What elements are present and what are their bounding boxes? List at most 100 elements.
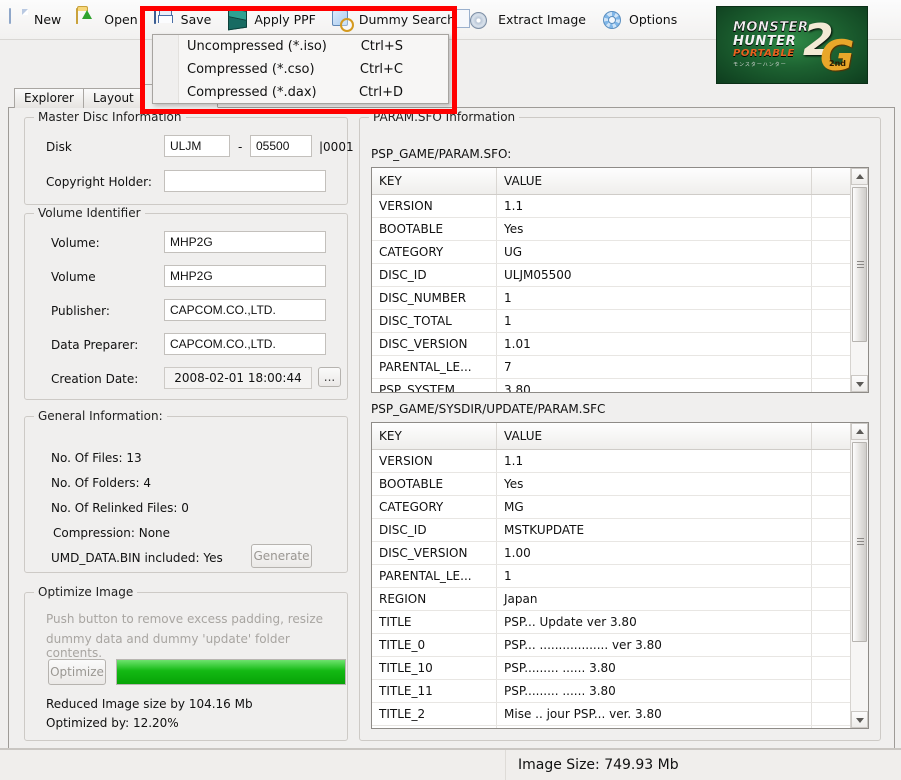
table-row[interactable]: TITLE PSP... Update ver 3.80 bbox=[372, 610, 868, 634]
table-row[interactable]: TITLE_11 PSP......... ...... 3.80 bbox=[372, 679, 868, 703]
table-row[interactable]: TITLE_0 PSP... .................. ver 3.8… bbox=[372, 633, 868, 657]
menu-item-shortcut: Ctrl+D bbox=[358, 85, 403, 100]
param-sfo-table2[interactable]: KEY VALUE VERSION 1.1 BOOTABLE Yes CATEGORY M… bbox=[371, 422, 869, 729]
menu-item-compressed-cso[interactable]: Compressed (*.cso) Ctrl+C bbox=[153, 58, 448, 81]
toolbar-button-new[interactable]: New bbox=[0, 3, 70, 37]
game-cover-logo: MONSTER HUNTER PORTABLE モンスターハンター 2 G 2n… bbox=[716, 6, 868, 84]
creation-date-browse-button[interactable]: ... bbox=[318, 367, 341, 387]
table-row[interactable]: CATEGORY MG bbox=[372, 495, 868, 519]
table1-header-key[interactable]: KEY bbox=[372, 168, 497, 195]
table-row[interactable]: DISC_VERSION 1.01 bbox=[372, 332, 868, 356]
table-cell-value: MSTKUPDATE bbox=[496, 518, 812, 542]
publisher-input[interactable] bbox=[164, 299, 326, 321]
table-row[interactable]: DISC_TOTAL 1 bbox=[372, 309, 868, 333]
table-cell-key: REGION bbox=[372, 587, 497, 611]
table-row[interactable]: TITLE_2 Mise .. jour PSP... ver. 3.80 bbox=[372, 702, 868, 726]
publisher-label: Publisher: bbox=[51, 304, 110, 318]
disc-icon bbox=[470, 9, 492, 31]
table-cell-value: 1 bbox=[496, 309, 812, 333]
volume-input-1[interactable] bbox=[164, 231, 326, 253]
table-cell-value: Japan bbox=[496, 587, 812, 611]
general-information-group: General Information: No. Of Files: 13 No… bbox=[24, 409, 348, 573]
table1-scrollbar[interactable] bbox=[850, 168, 868, 392]
table-row[interactable]: PSP_SYSTEM... 3.80 bbox=[372, 378, 868, 392]
disk-number-input[interactable] bbox=[250, 135, 312, 157]
table-row[interactable]: CATEGORY UG bbox=[372, 240, 868, 264]
tab-layout[interactable]: Layout bbox=[82, 88, 144, 108]
logo-line-portable: PORTABLE bbox=[733, 48, 795, 59]
general-line-compression: Compression: None bbox=[53, 526, 171, 540]
toolbar-label-extract-image: Extract Image bbox=[498, 12, 586, 27]
copyright-holder-input[interactable] bbox=[164, 170, 326, 192]
table2-scroll-thumb[interactable] bbox=[852, 442, 867, 642]
master-disc-group: Master Disc Information Disk - |0001 Cop… bbox=[24, 110, 354, 205]
param-sfo-group: PARAM.SFO Information PSP_GAME/PARAM.SFO… bbox=[359, 110, 881, 741]
disk-prefix-input[interactable] bbox=[164, 135, 230, 157]
menu-item-uncompressed-iso[interactable]: Uncompressed (*.iso) Ctrl+S bbox=[153, 35, 448, 58]
toolbar-button-dummy-search[interactable]: Dummy Search bbox=[325, 3, 464, 37]
general-information-legend: General Information: bbox=[34, 409, 167, 423]
table-row[interactable]: REGION Japan bbox=[372, 587, 868, 611]
tab-explorer[interactable]: Explorer bbox=[14, 88, 84, 108]
table-cell-key: DISC_ID bbox=[372, 518, 497, 542]
general-line-relinked: No. Of Relinked Files: 0 bbox=[51, 501, 189, 515]
toolbar-label-apply-ppf: Apply PPF bbox=[254, 12, 316, 27]
table1-scroll-up-arrow[interactable] bbox=[851, 168, 868, 185]
table-row[interactable]: DISC_ID MSTKUPDATE bbox=[372, 518, 868, 542]
data-preparer-input[interactable] bbox=[164, 333, 326, 355]
table-cell-key: DISC_NUMBER bbox=[372, 286, 497, 310]
table2-scrollbar[interactable] bbox=[850, 423, 868, 728]
table-cell-value: UG bbox=[496, 240, 812, 264]
toolbar-label-options: Options bbox=[628, 12, 678, 27]
table-cell-key: TITLE_2 bbox=[372, 702, 497, 726]
generate-button[interactable]: Generate bbox=[251, 544, 312, 568]
table-row[interactable]: DISC_NUMBER 1 bbox=[372, 286, 868, 310]
table-cell-value: PSP... Update ver 3.80 bbox=[496, 610, 812, 634]
optimize-result-percent: Optimized by: 12.20% bbox=[46, 716, 179, 730]
magnifier-icon bbox=[331, 9, 353, 31]
table-cell-value: PSP......... ...... 3.80 bbox=[496, 679, 812, 703]
table-cell-value: 1 bbox=[496, 564, 812, 588]
status-image-size: Image Size: 749.93 Mb bbox=[518, 757, 679, 773]
table2-header-value[interactable]: VALUE bbox=[496, 423, 812, 450]
table2-scroll-down-arrow[interactable] bbox=[851, 711, 868, 728]
table1-header-value[interactable]: VALUE bbox=[496, 168, 812, 195]
toolbar-button-options[interactable]: Options bbox=[595, 3, 686, 37]
toolbar-button-save[interactable]: Save bbox=[147, 3, 221, 37]
table-row[interactable]: BOOTABLE Yes bbox=[372, 217, 868, 241]
umd-info-panel: Master Disc Information Disk - |0001 Cop… bbox=[8, 107, 895, 749]
disk-separator: - bbox=[238, 140, 243, 154]
table-cell-value: 1 bbox=[496, 286, 812, 310]
table-row[interactable]: DISC_ID ULJM05500 bbox=[372, 263, 868, 287]
optimize-button[interactable]: Optimize bbox=[48, 659, 106, 685]
general-line-umddata: UMD_DATA.BIN included: Yes bbox=[51, 551, 223, 565]
toolbar-button-apply-ppf[interactable]: Apply PPF bbox=[220, 3, 325, 37]
table2-scroll-up-arrow[interactable] bbox=[851, 423, 868, 440]
menu-item-compressed-dax[interactable]: Compressed (*.dax) Ctrl+D bbox=[153, 81, 448, 104]
table1-scroll-down-arrow[interactable] bbox=[851, 375, 868, 392]
toolbar-label-new: New bbox=[34, 12, 62, 27]
floppy-disk-icon bbox=[153, 7, 175, 31]
volume-input-2[interactable] bbox=[164, 265, 326, 287]
data-preparer-label: Data Preparer: bbox=[51, 338, 139, 352]
table-row[interactable]: BOOTABLE Yes bbox=[372, 472, 868, 496]
table-row[interactable]: PARENTAL_LE... 1 bbox=[372, 564, 868, 588]
table1-scroll-thumb[interactable] bbox=[852, 187, 867, 342]
toolbar-label-dummy-search: Dummy Search bbox=[358, 12, 456, 27]
table-row[interactable]: VERSION 1.1 bbox=[372, 449, 868, 473]
table-cell-value: 7 bbox=[496, 355, 812, 379]
param-sfo-table1[interactable]: KEY VALUE VERSION 1.1 BOOTABLE Yes CATEGORY U… bbox=[371, 167, 869, 393]
table-row[interactable]: PARENTAL_LE... 7 bbox=[372, 355, 868, 379]
volume-label-1: Volume: bbox=[51, 236, 100, 250]
table-header-row: KEY VALUE bbox=[372, 168, 868, 195]
save-dropdown-menu[interactable]: Uncompressed (*.iso) Ctrl+S Compressed (… bbox=[152, 34, 449, 104]
cube-icon bbox=[226, 9, 248, 31]
table-row[interactable]: VERSION 1.1 bbox=[372, 194, 868, 218]
table-row[interactable]: DISC_VERSION 1.00 bbox=[372, 541, 868, 565]
table2-header-key[interactable]: KEY bbox=[372, 423, 497, 450]
logo-ordinal: 2nd bbox=[829, 59, 846, 68]
table-row[interactable]: TITLE_3Actualizaci..n de PSP... ver. 3.8… bbox=[372, 725, 868, 728]
toolbar-button-open[interactable]: Open bbox=[70, 3, 146, 37]
table-row[interactable]: TITLE_10 PSP......... ...... 3.80 bbox=[372, 656, 868, 680]
toolbar-button-extract-image[interactable]: Extract Image bbox=[464, 3, 595, 37]
